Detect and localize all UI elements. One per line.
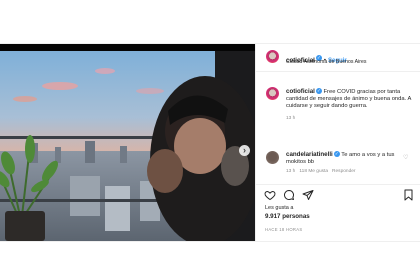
chevron-right-icon: › bbox=[243, 145, 246, 155]
caption-body: cotioficial ✓ Free COVID gracias por tant… bbox=[286, 88, 414, 111]
next-photo-button[interactable]: › bbox=[239, 145, 250, 156]
comment-icon[interactable] bbox=[283, 189, 295, 201]
post-time-ago[interactable]: HACE 18 HORAS bbox=[265, 227, 302, 232]
caption-avatar[interactable] bbox=[265, 86, 280, 101]
verified-badge-icon: ✓ bbox=[315, 88, 322, 95]
comment-body: candelariatinelli ✓ Te amo a vos y a tus … bbox=[286, 151, 401, 166]
verified-badge-icon: ✓ bbox=[333, 151, 340, 158]
comment-meta[interactable]: 13 h 118 Me gusta Responder bbox=[286, 169, 401, 174]
commenter-avatar[interactable] bbox=[265, 150, 280, 165]
bookmark-icon[interactable] bbox=[403, 189, 414, 201]
post-photo bbox=[0, 51, 255, 241]
caption: cotioficial ✓ Free COVID gracias por tant… bbox=[286, 88, 414, 121]
commenter-username[interactable]: candelariatinelli bbox=[286, 151, 333, 158]
caption-username[interactable]: cotioficial bbox=[286, 88, 315, 95]
comment: candelariatinelli ✓ Te amo a vos y a tus … bbox=[286, 151, 401, 174]
caption-time[interactable]: 13 h bbox=[286, 116, 414, 121]
instagram-post: › cotioficial ✓• Seguir Ciudad Autónoma de… bbox=[0, 43, 420, 242]
post-side-panel: cotioficial ✓• Seguir Ciudad Autónoma de B… bbox=[255, 44, 420, 241]
post-actions-bar bbox=[256, 184, 420, 205]
post-location[interactable]: Ciudad Autónoma de Buenos Aires bbox=[286, 59, 366, 65]
post-header: cotioficial ✓• Seguir Ciudad Autónoma de B… bbox=[256, 44, 420, 72]
likes-count[interactable]: 9.917 personas bbox=[265, 213, 310, 220]
likes-summary: Les gusta a 9.917 personas bbox=[265, 205, 310, 220]
like-heart-icon[interactable] bbox=[264, 189, 276, 201]
likes-prefix: Les gusta a bbox=[265, 205, 294, 211]
share-icon[interactable] bbox=[302, 189, 314, 201]
post-media[interactable]: › bbox=[0, 44, 255, 241]
comment-like-heart-icon[interactable]: ♡ bbox=[403, 154, 408, 161]
author-avatar[interactable] bbox=[265, 49, 280, 64]
